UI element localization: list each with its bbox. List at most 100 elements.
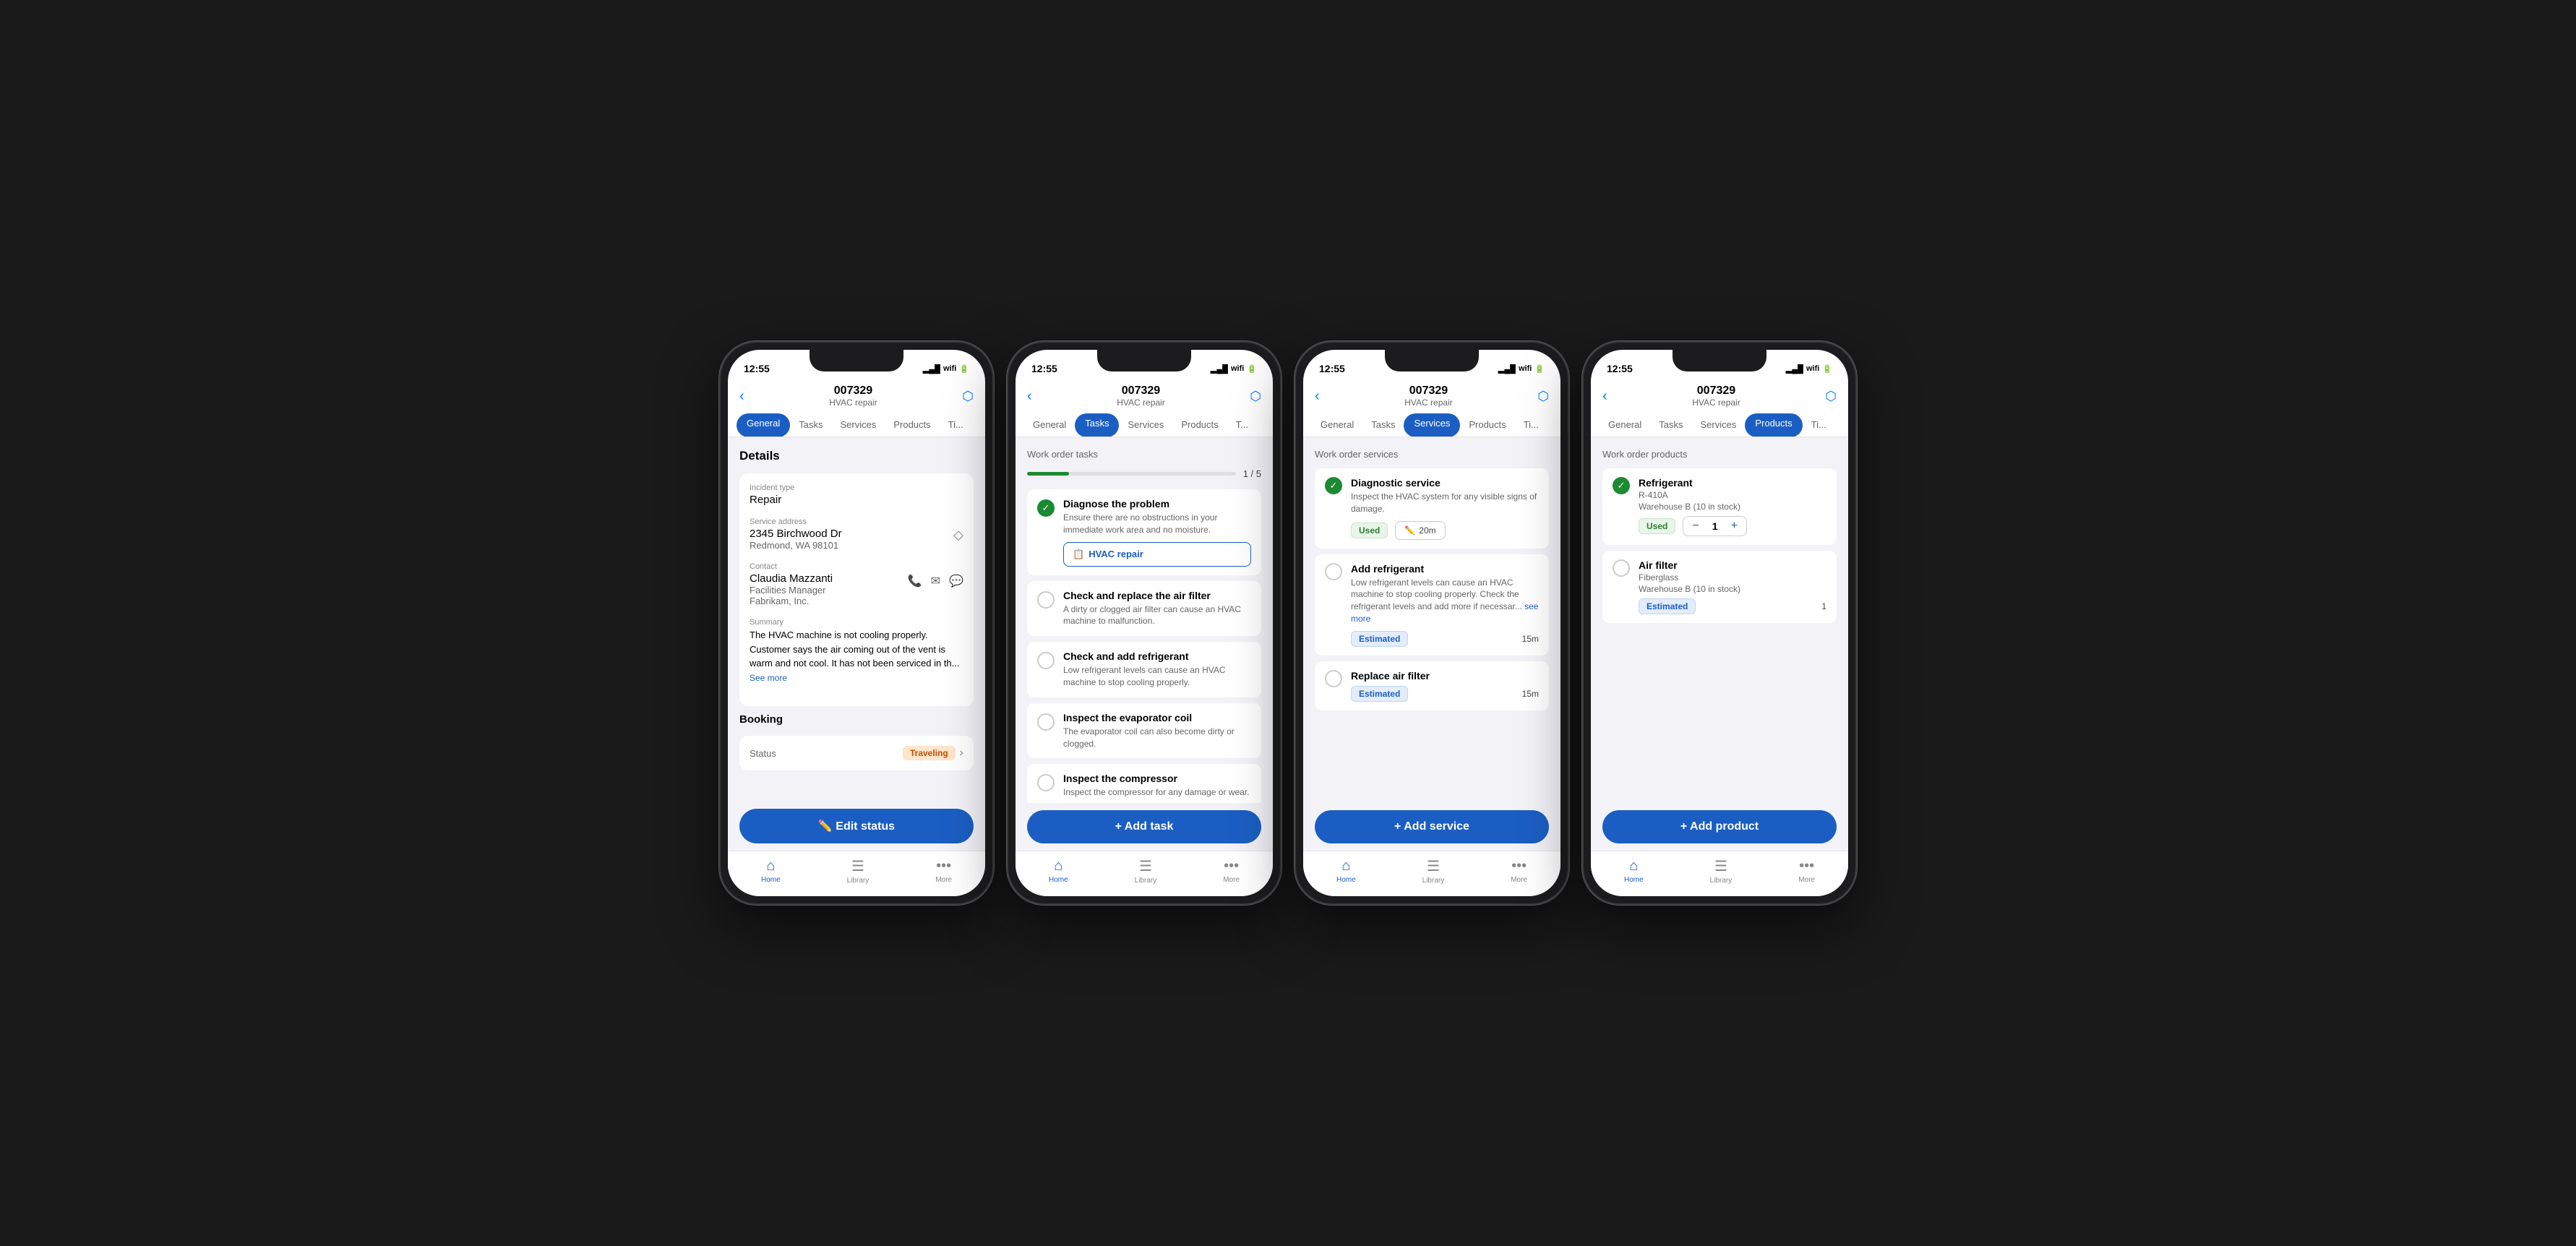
task-title-1: Check and replace the air filter bbox=[1063, 590, 1251, 601]
nav-item-library[interactable]: ☰ Library bbox=[1710, 857, 1733, 885]
battery-icon: 🔋 bbox=[959, 364, 969, 374]
tab-ti[interactable]: Ti... bbox=[1803, 413, 1835, 437]
phone-frame-general: 12:55 ▂▄█ wifi 🔋 ‹ 007329 HVAC repair ⬡ … bbox=[719, 341, 994, 905]
add-task-button[interactable]: + Add task bbox=[1027, 810, 1261, 843]
back-button[interactable]: ‹ bbox=[739, 388, 744, 405]
pencil-icon-0: ✏️ bbox=[1404, 525, 1415, 536]
phone-frame-tasks: 12:55 ▂▄█ wifi 🔋 ‹ 007329 HVAC repair ⬡ … bbox=[1007, 341, 1281, 905]
task-item-0: ✓ Diagnose the problem Ensure there are … bbox=[1027, 489, 1261, 575]
back-button[interactable]: ‹ bbox=[1602, 388, 1607, 405]
tab-general[interactable]: General bbox=[737, 413, 790, 437]
contact-name: Claudia Mazzanti bbox=[750, 572, 833, 585]
phone-screen-services: 12:55 ▂▄█ wifi 🔋 ‹ 007329 HVAC repair ⬡ … bbox=[1303, 350, 1560, 896]
header-subtitle: HVAC repair bbox=[829, 398, 877, 408]
mail-icon[interactable]: ✉ bbox=[931, 574, 940, 588]
tab-ti[interactable]: Ti... bbox=[1515, 413, 1547, 437]
tab-general[interactable]: General bbox=[1312, 413, 1362, 437]
nav-item-home[interactable]: ⌂ Home bbox=[1624, 858, 1644, 884]
tab-tasks[interactable]: Tasks bbox=[1650, 413, 1691, 437]
task-check-2[interactable] bbox=[1037, 652, 1055, 669]
share-button[interactable]: ⬡ bbox=[1537, 389, 1549, 404]
product-check-0[interactable]: ✓ bbox=[1613, 477, 1630, 494]
tab-tasks[interactable]: Tasks bbox=[790, 413, 831, 437]
edit-status-button[interactable]: ✏️ Edit status bbox=[739, 809, 974, 843]
tab-products[interactable]: Products bbox=[1460, 413, 1514, 437]
tab-ti[interactable]: Ti... bbox=[940, 413, 972, 437]
task-title-4: Inspect the compressor bbox=[1063, 773, 1251, 784]
bottom-action: + Add task bbox=[1016, 803, 1273, 851]
tab-services[interactable]: Services bbox=[1691, 413, 1745, 437]
nav-item-library[interactable]: ☰ Library bbox=[1135, 857, 1157, 885]
qty-control-0: − 1 + bbox=[1683, 516, 1747, 536]
service-check-2[interactable] bbox=[1325, 670, 1342, 687]
phones-container: 12:55 ▂▄█ wifi 🔋 ‹ 007329 HVAC repair ⬡ … bbox=[719, 341, 1857, 905]
phone-notch bbox=[1097, 350, 1191, 371]
nav-item-more[interactable]: ••• More bbox=[1511, 858, 1527, 884]
time-edit-btn-0[interactable]: ✏️ 20m bbox=[1395, 521, 1445, 540]
header: ‹ 007329 HVAC repair ⬡ bbox=[1303, 382, 1560, 413]
nav-item-home[interactable]: ⌂ Home bbox=[1336, 858, 1356, 884]
qty-increase-0[interactable]: + bbox=[1728, 520, 1740, 533]
see-more-link[interactable]: See more bbox=[750, 673, 787, 683]
phone-notch bbox=[1673, 350, 1766, 371]
phone-icon[interactable]: 📞 bbox=[908, 574, 922, 588]
map-icon[interactable]: ◇ bbox=[953, 528, 963, 543]
add-product-button[interactable]: + Add product bbox=[1602, 810, 1837, 843]
service-check-0[interactable]: ✓ bbox=[1325, 477, 1342, 494]
tab-tasks[interactable]: Tasks bbox=[1075, 413, 1119, 437]
share-button[interactable]: ⬡ bbox=[1250, 389, 1261, 404]
address-row: 2345 Birchwood Dr Redmond, WA 98101 ◇ bbox=[750, 528, 963, 551]
nav-item-more[interactable]: ••• More bbox=[1798, 858, 1815, 884]
task-item-2: Check and add refrigerant Low refrigeran… bbox=[1027, 642, 1261, 697]
task-link-icon-0: 📋 bbox=[1073, 549, 1084, 560]
tab-general[interactable]: General bbox=[1024, 413, 1075, 437]
nav-item-more[interactable]: ••• More bbox=[1223, 858, 1240, 884]
contact-icons: 📞 ✉ 💬 bbox=[908, 574, 963, 588]
qty-decrease-0[interactable]: − bbox=[1689, 520, 1701, 533]
chat-icon[interactable]: 💬 bbox=[949, 574, 963, 588]
status-chevron[interactable]: › bbox=[960, 747, 963, 760]
tab-tasks[interactable]: Tasks bbox=[1362, 413, 1404, 437]
back-button[interactable]: ‹ bbox=[1315, 388, 1320, 405]
add-service-button[interactable]: + Add service bbox=[1315, 810, 1549, 843]
service-meta-1: Estimated 15m bbox=[1351, 631, 1539, 647]
tab-services[interactable]: Services bbox=[831, 413, 885, 437]
task-body-1: Check and replace the air filter A dirty… bbox=[1063, 590, 1251, 628]
product-sub1-0: R-410A bbox=[1639, 490, 1826, 500]
back-button[interactable]: ‹ bbox=[1027, 388, 1032, 405]
nav-item-library[interactable]: ☰ Library bbox=[1422, 857, 1445, 885]
nav-item-more[interactable]: ••• More bbox=[935, 858, 952, 884]
nav-item-library[interactable]: ☰ Library bbox=[847, 857, 870, 885]
task-check-3[interactable] bbox=[1037, 713, 1055, 731]
task-body-0: Diagnose the problem Ensure there are no… bbox=[1063, 498, 1251, 567]
nav-icon-library: ☰ bbox=[1427, 857, 1440, 875]
share-button[interactable]: ⬡ bbox=[1825, 389, 1837, 404]
task-check-0[interactable]: ✓ bbox=[1037, 499, 1055, 517]
nav-item-home[interactable]: ⌂ Home bbox=[761, 858, 781, 884]
share-button[interactable]: ⬡ bbox=[962, 389, 974, 404]
nav-item-home[interactable]: ⌂ Home bbox=[1049, 858, 1068, 884]
tab-services[interactable]: Services bbox=[1119, 413, 1172, 437]
status-time: 12:55 bbox=[1031, 363, 1057, 374]
nav-label-library: Library bbox=[1135, 877, 1157, 885]
bottom-nav: ⌂ Home ☰ Library ••• More bbox=[1016, 851, 1273, 896]
content-area: Details Incident type Repair Service add… bbox=[728, 437, 985, 802]
product-check-1[interactable] bbox=[1613, 559, 1630, 577]
tab-general[interactable]: General bbox=[1600, 413, 1650, 437]
tab-t[interactable]: T... bbox=[1227, 413, 1257, 437]
nav-icon-more: ••• bbox=[1511, 858, 1527, 875]
header-title: 007329 bbox=[1117, 384, 1164, 398]
nav-label-home: Home bbox=[1624, 876, 1644, 884]
tab-services[interactable]: Services bbox=[1404, 413, 1460, 437]
tab-products[interactable]: Products bbox=[885, 413, 939, 437]
task-link-0[interactable]: 📋HVAC repair bbox=[1063, 542, 1251, 567]
see-more-1[interactable]: see more bbox=[1351, 601, 1538, 624]
product-title-1: Air filter bbox=[1639, 559, 1826, 571]
tab-products[interactable]: Products bbox=[1745, 413, 1802, 437]
task-check-1[interactable] bbox=[1037, 591, 1055, 609]
task-check-4[interactable] bbox=[1037, 774, 1055, 791]
incident-type-field: Incident type Repair bbox=[750, 484, 963, 506]
status-label: Status bbox=[750, 748, 776, 759]
service-check-1[interactable] bbox=[1325, 563, 1342, 580]
tab-products[interactable]: Products bbox=[1172, 413, 1227, 437]
